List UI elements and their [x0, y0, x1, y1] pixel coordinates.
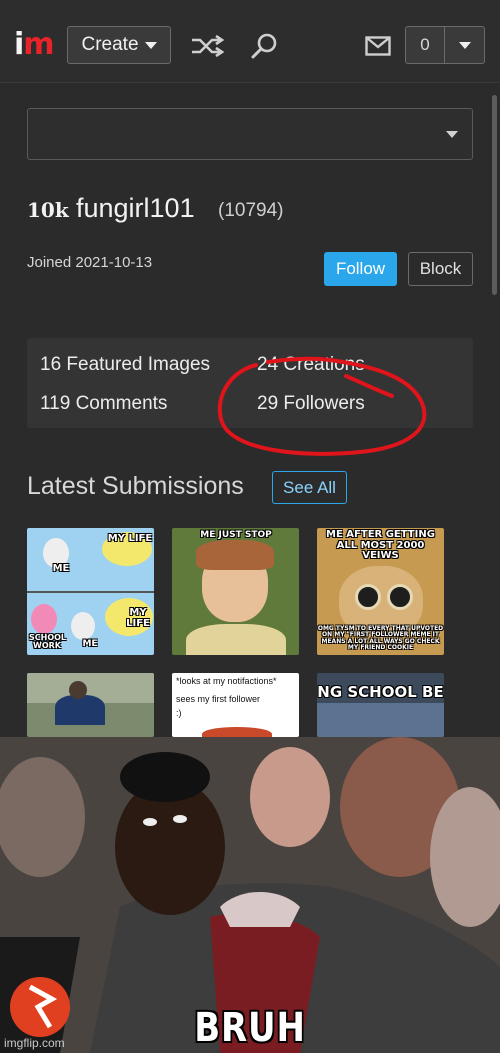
thumb-caption: *looks at my notifactions*	[176, 676, 277, 686]
cat-eye	[355, 584, 381, 610]
person-head	[69, 681, 87, 699]
thumb-caption: ME JUST STOP	[200, 530, 272, 540]
meme-caption: BRUH	[194, 1005, 306, 1051]
person-head	[71, 612, 95, 640]
thumb-caption: ME	[52, 563, 70, 574]
top-navbar: im Create 0	[0, 0, 500, 83]
logo-letter-m: m	[23, 27, 54, 62]
search-icon[interactable]	[246, 28, 282, 64]
thumb-caption: OMG TYSM TO EVERY THAT UPVOTED ON MY "FI…	[317, 625, 444, 651]
panel-divider	[27, 591, 154, 593]
profile-options-select[interactable]	[27, 108, 473, 160]
thumb-caption: ME	[82, 639, 98, 649]
user-stats-panel: 16 Featured Images 24 Creations 119 Comm…	[27, 338, 473, 428]
person-shape	[55, 695, 105, 725]
thumb-caption: sees my first follower	[176, 694, 261, 704]
stat-creations[interactable]: 24 Creations	[257, 354, 365, 376]
follow-button[interactable]: Follow	[324, 252, 397, 286]
notification-dropdown-toggle[interactable]	[445, 27, 484, 63]
chevron-down-icon	[446, 131, 458, 138]
create-label: Create	[81, 34, 139, 55]
thumb-caption: ME AFTER GETTING ALL MOST 2000 VEIWS	[326, 529, 435, 561]
block-button[interactable]: Block	[408, 252, 473, 286]
notification-count: 0	[406, 27, 445, 63]
thumb-caption: MY LIFE	[107, 533, 153, 544]
stat-comments[interactable]: 119 Comments	[40, 393, 167, 415]
points-badge: 10k	[27, 198, 69, 222]
hair-shape	[196, 540, 274, 570]
image-fragment	[202, 727, 272, 737]
username: fungirl101	[76, 193, 195, 223]
imgflip-logo[interactable]: im	[14, 27, 55, 62]
logo-letter-i: i	[14, 27, 24, 62]
join-date: Joined 2021-10-13	[27, 254, 153, 271]
scene-shape	[317, 703, 444, 737]
page-scrollbar[interactable]	[492, 95, 497, 295]
user-points: (10794)	[218, 200, 284, 221]
submission-thumbnail[interactable]: MY LIFE ME MY LIFE SCHOOL WORK ME	[27, 528, 154, 655]
stat-followers[interactable]: 29 Followers	[257, 393, 365, 415]
submission-thumbnail[interactable]: NG SCHOOL BE	[317, 673, 444, 737]
submission-thumbnail[interactable]	[27, 673, 154, 737]
chevron-down-icon	[458, 41, 471, 49]
chevron-down-icon	[144, 41, 157, 49]
notifications-dropdown[interactable]: 0	[405, 26, 485, 64]
submission-thumbnail[interactable]: *looks at my notifactions* sees my first…	[172, 673, 299, 737]
submission-thumbnail[interactable]: ME JUST STOP	[172, 528, 299, 655]
thumb-caption: :)	[176, 708, 182, 718]
thumb-caption: NG SCHOOL BE	[317, 683, 444, 701]
thumb-caption: SCHOOL WORK	[29, 633, 67, 651]
shuffle-icon[interactable]	[190, 28, 226, 64]
submission-thumbnail[interactable]: ME AFTER GETTING ALL MOST 2000 VEIWS OMG…	[317, 528, 444, 655]
shirt-shape	[186, 624, 286, 655]
imgflip-watermark: imgflip.com	[4, 1036, 65, 1050]
mail-icon[interactable]	[360, 28, 396, 64]
latest-submissions-heading: Latest Submissions	[27, 472, 244, 500]
see-all-button[interactable]: See All	[272, 471, 347, 504]
create-dropdown-button[interactable]: Create	[67, 26, 171, 64]
pink-head	[31, 604, 57, 634]
thumb-caption: MY LIFE	[126, 607, 150, 629]
stat-featured-images[interactable]: 16 Featured Images	[40, 354, 210, 376]
cat-eye	[387, 584, 413, 610]
